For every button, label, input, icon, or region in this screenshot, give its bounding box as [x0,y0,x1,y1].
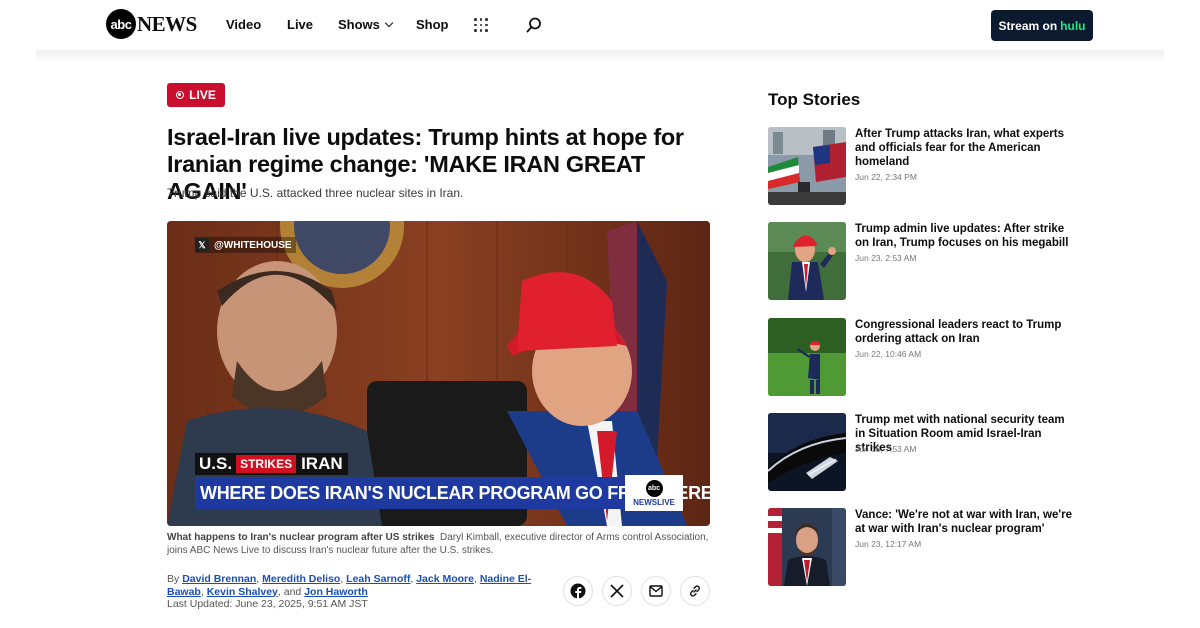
story-thumbnail [768,413,846,491]
nav-live[interactable]: Live [287,17,313,32]
nav-shop[interactable]: Shop [416,17,449,32]
author-link[interactable]: David Brennan [182,573,256,585]
story-thumbnail [768,127,846,205]
share-email-button[interactable] [641,576,671,606]
copy-link-button[interactable] [680,576,710,606]
hulu-wordmark: hulu [1060,18,1086,33]
story-title[interactable]: Congressional leaders react to Trump ord… [855,318,1075,346]
site-header: abc NEWS Video Live Shows Shop Stream on… [0,0,1200,50]
byline: By David Brennan, Meredith Deliso, Leah … [167,573,532,598]
author-link[interactable]: Meredith Deliso [262,573,340,585]
chyron-strikes: STRIKES [236,455,297,473]
story-date: Jun 22, 2:34 PM [855,172,917,182]
live-dot-icon [176,91,185,99]
caption-title: What happens to Iran's nuclear program a… [167,532,435,543]
author-link[interactable]: Kevin Shalvey [207,586,278,598]
newslive-label: NEWSLIVE [633,497,675,507]
top-story-item[interactable]: Congressional leaders react to Trump ord… [768,318,1078,396]
x-logo-icon: 𝕏 [195,238,209,252]
hero-video[interactable]: 𝕏 @WHITEHOUSE U.S. STRIKES IRAN WHERE DO… [167,221,710,526]
stream-on-hulu-button[interactable]: Stream on hulu [991,10,1093,41]
story-date: Jun 23, 2:53 AM [855,253,917,263]
story-thumbnail [768,318,846,396]
source-handle: @WHITEHOUSE [214,239,292,251]
story-title[interactable]: Trump admin live updates: After strike o… [855,222,1075,250]
link-icon [690,585,700,597]
story-date: Jun 23, 12:17 AM [855,539,922,549]
byline-and: and [283,585,302,598]
video-caption: What happens to Iran's nuclear program a… [167,532,712,557]
newslive-abc-logo: abc [645,479,663,497]
news-wordmark: NEWS [137,11,197,36]
story-title[interactable]: Vance: 'We're not at war with Iran, we'r… [855,508,1075,536]
stream-label: Stream on [998,18,1058,33]
email-icon [649,585,663,597]
byline-prefix: By [167,573,180,585]
abc-news-logo[interactable]: abc NEWS [106,9,197,39]
chyron-us: U.S. [199,454,233,473]
chyron-topic: U.S. STRIKES IRAN [195,453,348,475]
abc-logo-badge: abc [106,9,136,39]
header-divider [36,50,1164,60]
nav-shows-label: Shows [338,17,380,32]
story-thumbnail [768,508,846,586]
chevron-down-icon [384,18,394,28]
chyron-headline: WHERE DOES IRAN'S NUCLEAR PROGRAM GO FRO… [195,477,710,509]
nav-shows[interactable]: Shows [338,17,394,32]
top-stories-heading: Top Stories [768,90,861,109]
facebook-icon [570,583,586,599]
x-share-icon [610,584,624,598]
top-story-item[interactable]: Vance: 'We're not at war with Iran, we'r… [768,508,1078,586]
author-link[interactable]: Leah Sarnoff [346,573,410,585]
story-thumbnail [768,222,846,300]
story-title[interactable]: After Trump attacks Iran, what experts a… [855,127,1075,169]
search-icon[interactable] [526,17,542,33]
story-date: Jun 18, 7:53 AM [855,444,917,454]
author-link[interactable]: Jack Moore [416,573,474,585]
live-badge-label: LIVE [189,88,216,102]
share-facebook-button[interactable] [563,576,593,606]
author-link[interactable]: Jon Haworth [304,586,368,598]
grid-icon[interactable] [474,18,488,32]
article-subhead: Trump said the U.S. attacked three nucle… [167,186,464,200]
top-story-item[interactable]: After Trump attacks Iran, what experts a… [768,127,1078,205]
abc-newslive-bug: abc NEWSLIVE [625,475,683,511]
source-credit: 𝕏 @WHITEHOUSE [195,237,296,253]
top-story-item[interactable]: Trump admin live updates: After strike o… [768,222,1078,300]
last-updated: Last Updated: June 23, 2025, 9:51 AM JST [167,598,368,610]
top-story-item[interactable]: Trump met with national security team in… [768,413,1078,491]
live-badge[interactable]: LIVE [167,83,225,107]
nav-video[interactable]: Video [226,17,261,32]
chyron-iran: IRAN [301,454,343,473]
story-date: Jun 22, 10:46 AM [855,349,922,359]
share-x-button[interactable] [602,576,632,606]
